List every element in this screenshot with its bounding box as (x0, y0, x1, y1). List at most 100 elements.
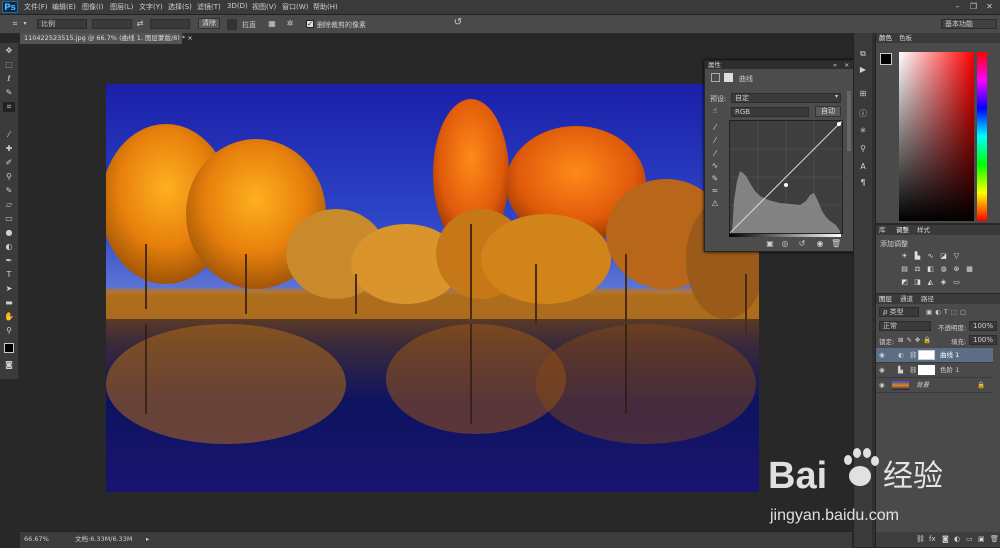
selective-color-icon[interactable]: ◈ (939, 278, 948, 287)
lock-icons[interactable]: ⊠✎✥🔒 (898, 336, 934, 344)
layer-filter-icons[interactable]: ▣◐T⬚▢ (926, 308, 969, 316)
minimize-icon[interactable]: – (953, 2, 962, 11)
blend-mode-select[interactable]: 正常 (879, 321, 931, 331)
brightness-icon[interactable]: ☀ (900, 252, 909, 261)
info-icon[interactable]: ⓘ (857, 108, 869, 119)
tab-libraries[interactable]: 库 (879, 225, 886, 235)
vibrance-icon[interactable]: ▽ (952, 252, 961, 261)
stamp-tool-icon[interactable]: ⚲ (3, 172, 15, 182)
tab-swatches[interactable]: 色板 (899, 33, 912, 43)
reset-icon[interactable]: ↺ (797, 239, 807, 249)
layer-mask-thumbnail[interactable] (918, 350, 935, 360)
add-mask-icon[interactable]: ◙ (942, 532, 949, 547)
tab-layers[interactable]: 图层 (879, 294, 892, 304)
layer-name[interactable]: 色阶 1 (940, 363, 959, 377)
clone-source-icon[interactable]: ⚲ (857, 143, 869, 154)
lasso-tool-icon[interactable]: ℓ (3, 74, 15, 84)
color-balance-icon[interactable]: ⚖ (913, 265, 922, 274)
gradient-tool-icon[interactable]: ▭ (3, 214, 15, 224)
status-menu-arrow-icon[interactable]: ▸ (146, 532, 149, 546)
chevron-down-icon[interactable]: ▾ (835, 93, 838, 100)
trash-icon[interactable]: 🗑 (831, 239, 841, 249)
eyedropper-tool-icon[interactable]: ⁄ (3, 130, 15, 140)
menu-type[interactable]: 文字(Y) (139, 2, 163, 12)
fx-icon[interactable]: fx (929, 532, 936, 547)
eyedropper-gray-icon[interactable]: ⁄ (710, 136, 720, 146)
document-tab[interactable]: 110422523515.jpg @ 66.7% (曲线 1, 图层蒙版/8) … (20, 33, 193, 44)
menu-3d[interactable]: 3D(D) (227, 2, 248, 10)
height-field[interactable] (150, 19, 190, 29)
grid-overlay-icon[interactable]: ▦ (267, 19, 277, 29)
menu-view[interactable]: 视图(V) (252, 2, 276, 12)
link-icon[interactable]: ⛓ (909, 348, 917, 362)
chevron-down-icon[interactable]: ▾ (22, 19, 28, 29)
collapse-icon[interactable]: » (833, 61, 837, 69)
photo-filter-icon[interactable]: ◍ (939, 265, 948, 274)
opacity-field[interactable]: 100% (969, 321, 997, 331)
tab-paths[interactable]: 路径 (921, 294, 934, 304)
eyedropper-black-icon[interactable]: ⁄ (710, 123, 720, 133)
mask-icon[interactable] (724, 73, 733, 82)
channel-mixer-icon[interactable]: ⊛ (952, 265, 961, 274)
layer-row-background[interactable]: ◉ 背景 🔒 (876, 378, 993, 393)
eyedropper-white-icon[interactable]: ⁄ (710, 149, 720, 159)
menu-edit[interactable]: 编辑(E) (52, 2, 76, 12)
straighten-icon[interactable] (227, 19, 237, 30)
clip-to-layer-icon[interactable]: ▣ (765, 239, 775, 249)
target-adjust-hand-icon[interactable]: ☝ (710, 106, 720, 116)
pencil-icon[interactable]: ✎ (710, 174, 720, 184)
width-field[interactable] (92, 19, 132, 29)
move-tool-icon[interactable]: ✥ (3, 46, 15, 56)
levels-icon[interactable]: ▙ (913, 252, 922, 261)
color-field[interactable] (899, 52, 974, 221)
threshold-icon[interactable]: ◭ (926, 278, 935, 287)
swap-icon[interactable]: ⇄ (135, 19, 145, 29)
marquee-tool-icon[interactable]: ⬚ (3, 60, 15, 70)
layer-kind-filter[interactable]: ρ 类型 (879, 307, 919, 317)
gear-icon[interactable]: ✲ (285, 19, 295, 29)
menu-image[interactable]: 图像(I) (82, 2, 104, 12)
path-select-tool-icon[interactable]: ➤ (3, 284, 15, 294)
history-icon[interactable]: ⧉ (857, 48, 869, 59)
dodge-tool-icon[interactable]: ◐ (3, 242, 15, 252)
menu-window[interactable]: 窗口(W) (282, 2, 308, 12)
menu-filter[interactable]: 滤镜(T) (197, 2, 221, 12)
properties-tab[interactable]: 属性 (708, 61, 721, 69)
smooth-icon[interactable]: ≈ (710, 186, 720, 196)
curves-icon[interactable]: ∿ (926, 252, 935, 261)
clear-button[interactable]: 清除 (198, 18, 220, 29)
shape-tool-icon[interactable]: ▬ (3, 298, 15, 308)
delete-cropped-checkbox[interactable]: ✓ (306, 20, 314, 28)
foreground-color-swatch[interactable] (880, 53, 892, 65)
reset-icon[interactable]: ↺ (452, 18, 464, 28)
visibility-eye-icon[interactable]: ◉ (879, 378, 885, 392)
link-icon[interactable]: ⛓ (909, 363, 917, 377)
trash-icon[interactable]: 🗑 (990, 532, 999, 547)
eraser-tool-icon[interactable]: ▱ (3, 200, 15, 210)
pen-tool-icon[interactable]: ✒ (3, 256, 15, 266)
tab-adjustments[interactable]: 调整 (896, 225, 909, 235)
crop-tool-icon[interactable]: ⌗ (3, 102, 15, 112)
actions-icon[interactable]: ▶ (857, 64, 869, 75)
close-icon[interactable]: ✕ (985, 2, 994, 11)
exposure-icon[interactable]: ◪ (939, 252, 948, 261)
crop-tool-icon[interactable]: ⌗ (10, 19, 20, 29)
auto-button[interactable]: 自动 (815, 106, 841, 117)
layer-name[interactable]: 背景 (916, 378, 929, 392)
clipping-warning-icon[interactable]: ⚠ (710, 199, 720, 209)
posterize-icon[interactable]: ◨ (913, 278, 922, 287)
brush-presets-icon[interactable]: ✳ (857, 125, 869, 136)
hue-saturation-icon[interactable]: ▤ (900, 265, 909, 274)
invert-icon[interactable]: ◩ (900, 278, 909, 287)
layer-mask-thumbnail[interactable] (918, 365, 935, 375)
layer-row-levels[interactable]: ◉ ▙ ⛓ 色阶 1 (876, 363, 993, 378)
visibility-eye-icon[interactable]: ◉ (879, 363, 885, 377)
scrollbar[interactable] (847, 91, 851, 151)
ratio-select[interactable]: 比例 (37, 19, 87, 29)
hand-tool-icon[interactable]: ✋ (3, 312, 15, 322)
zoom-level[interactable]: 66.67% (24, 532, 49, 546)
menu-layer[interactable]: 图层(L) (110, 2, 133, 12)
visibility-eye-icon[interactable]: ◉ (815, 239, 825, 249)
layer-thumbnail[interactable] (892, 380, 909, 390)
layer-name[interactable]: 曲线 1 (940, 348, 959, 362)
